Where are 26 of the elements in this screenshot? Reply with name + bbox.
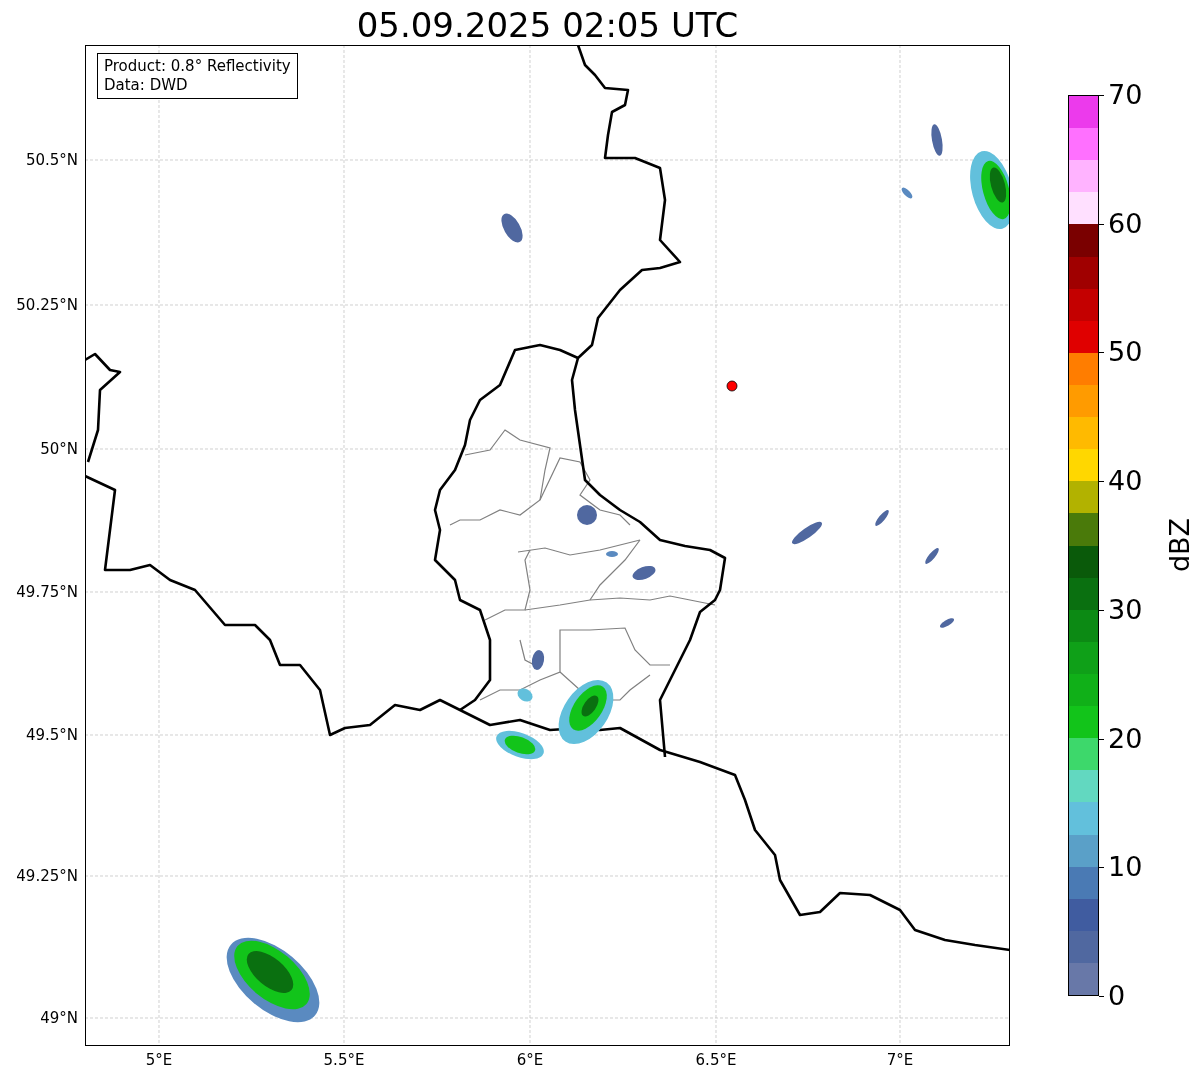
colorbar-tick-label: 0: [1108, 980, 1126, 1012]
latitude-label: 49°N: [40, 1009, 78, 1027]
longitude-label: 7°E: [885, 1051, 915, 1069]
colorbar-tick-label: 10: [1108, 851, 1143, 884]
info-text: Product: 0.8° Reflectivity: [104, 57, 291, 76]
latitude-label: 50°N: [40, 440, 78, 458]
latitude-label: 49.75°N: [16, 583, 78, 601]
colorbar-tick-label: 30: [1108, 593, 1143, 626]
colorbar-tick-label: 40: [1108, 465, 1143, 498]
location-marker: [726, 380, 738, 392]
colorbar-tick-label: 70: [1108, 79, 1143, 111]
colorbar-tick-label: 60: [1108, 207, 1143, 240]
latitude-label: 50.25°N: [16, 296, 78, 314]
latitude-label: 49.5°N: [25, 726, 78, 744]
longitude-label: 6.5°E: [694, 1051, 738, 1069]
longitude-label: 6°E: [515, 1051, 545, 1069]
longitude-label: 5°E: [144, 1051, 174, 1069]
latitude-label: 49.25°N: [16, 867, 78, 885]
longitude-label: 5.5°E: [322, 1051, 366, 1069]
tick-mark: [1099, 996, 1104, 997]
colorbar-tick-label: 20: [1108, 722, 1143, 755]
colorbar-tick-label: 50: [1108, 336, 1143, 369]
info-text: Data: DWD: [104, 76, 189, 95]
colorbar-label: dBZ: [1164, 516, 1196, 575]
latitude-label: 50.5°N: [25, 151, 78, 169]
chart-title: 05.09.2025 02:05 UTC: [355, 4, 740, 46]
